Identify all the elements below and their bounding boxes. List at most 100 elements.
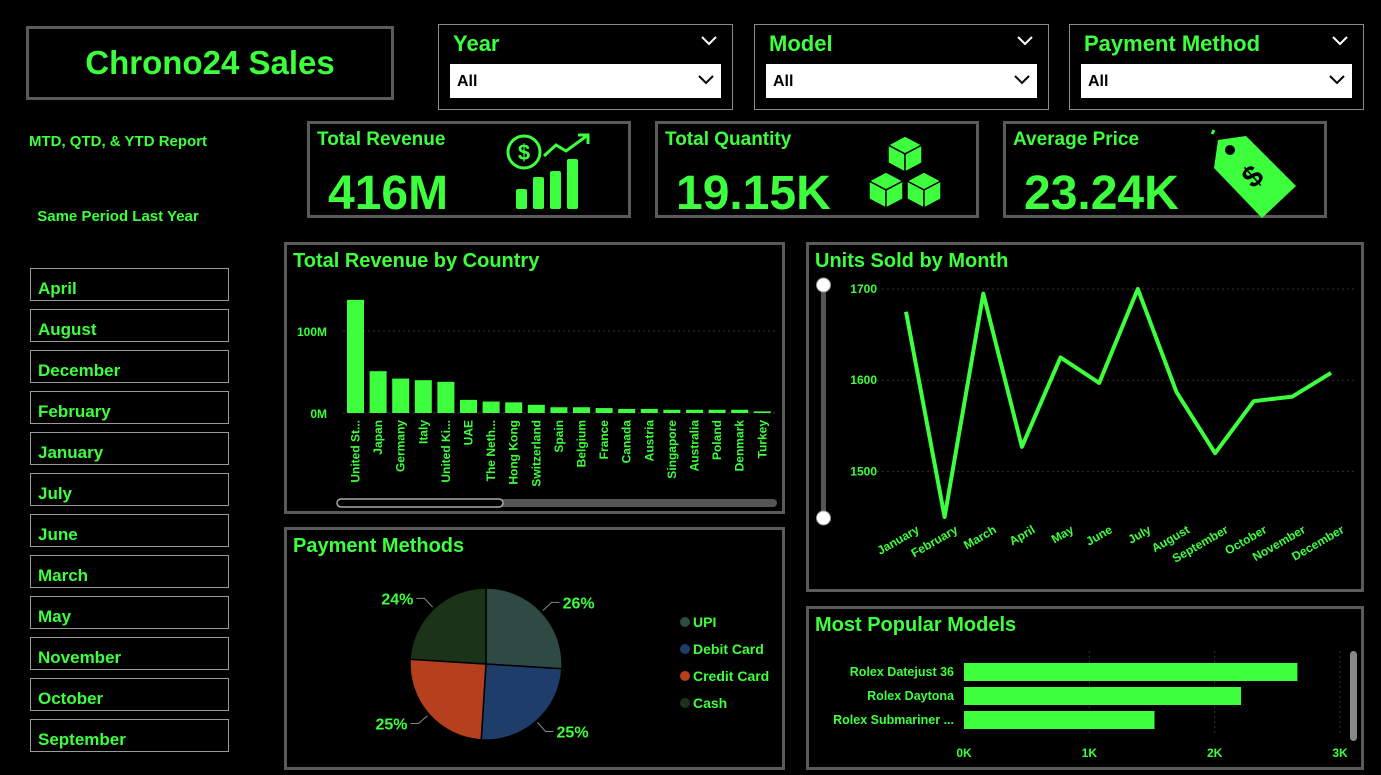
month-button-label: November xyxy=(38,648,122,667)
year-slicer-label: Year xyxy=(453,31,500,56)
chevron-down-icon xyxy=(698,75,714,85)
y-tick-label: 1600 xyxy=(850,373,877,387)
x-tick-label: 0K xyxy=(956,746,972,760)
x-tick-label: 2K xyxy=(1207,746,1223,760)
x-tick-label: Singapore xyxy=(665,420,679,479)
units-sold-by-month-chart: 150016001700 JanuaryFebruary March April Ma… xyxy=(816,277,1354,566)
payment-method-dropdown[interactable]: All xyxy=(1081,64,1352,98)
month-button-august[interactable]: August xyxy=(30,309,229,342)
range-slider-handle-top[interactable] xyxy=(816,277,831,293)
legend-marker xyxy=(680,698,690,708)
pie-slice[interactable] xyxy=(409,658,487,741)
month-button-january[interactable]: January xyxy=(30,432,229,465)
legend-label[interactable]: UPI xyxy=(693,614,716,630)
pie-leader-line xyxy=(542,601,560,611)
year-dropdown[interactable]: All xyxy=(450,64,721,98)
kpi-label: Total Revenue xyxy=(317,129,446,150)
month-button-june[interactable]: June xyxy=(30,514,229,547)
month-button-december[interactable]: December xyxy=(30,350,229,383)
month-button-july[interactable]: July xyxy=(30,473,229,506)
bar[interactable] xyxy=(505,402,523,413)
chevron-down-icon xyxy=(1014,75,1030,85)
range-slider-track[interactable] xyxy=(821,288,826,519)
legend-marker xyxy=(680,644,690,654)
bar[interactable] xyxy=(550,407,568,413)
month-button-may[interactable]: May xyxy=(30,596,229,629)
legend-label[interactable]: Debit Card xyxy=(693,641,764,657)
range-slider-handle-bottom[interactable] xyxy=(816,510,831,526)
bar[interactable] xyxy=(964,687,1241,705)
x-tick-label: Poland xyxy=(710,420,724,460)
popular-models-chart: 0K 1K 2K 3K Rolex Datejust 36 Rolex Daytona Ro… xyxy=(833,651,1357,760)
month-button-september[interactable]: September xyxy=(30,719,229,752)
mtd-qtd-ytd-report-link[interactable]: MTD, QTD, & YTD Report xyxy=(28,131,208,153)
month-button-march[interactable]: March xyxy=(30,555,229,588)
payment-method-slicer[interactable]: Payment Method All xyxy=(1069,24,1364,110)
model-slicer-label: Model xyxy=(769,31,833,56)
month-button-october[interactable]: October xyxy=(30,678,229,711)
bar[interactable] xyxy=(686,409,703,413)
bar[interactable] xyxy=(369,371,387,413)
bar[interactable] xyxy=(437,381,455,413)
legend-marker xyxy=(680,671,690,681)
bar[interactable] xyxy=(414,380,432,413)
month-button-label: February xyxy=(38,402,111,421)
bar[interactable] xyxy=(964,711,1155,729)
bar[interactable] xyxy=(595,408,613,413)
vertical-scrollbar-thumb[interactable] xyxy=(1350,651,1357,741)
chevron-down-icon[interactable] xyxy=(1331,35,1349,47)
bar[interactable] xyxy=(964,663,1298,681)
x-tick-label: United St... xyxy=(349,420,363,483)
month-button-label: December xyxy=(38,361,121,380)
bar[interactable] xyxy=(663,409,681,413)
price-tag-icon: $ xyxy=(1210,129,1296,218)
y-tick-label: 100M xyxy=(297,325,327,339)
model-dropdown[interactable]: All xyxy=(766,64,1037,98)
legend-label[interactable]: Credit Card xyxy=(693,668,769,684)
bar[interactable] xyxy=(482,401,500,413)
y-tick-label: 1700 xyxy=(850,282,877,296)
year-slicer[interactable]: Year All xyxy=(438,24,733,110)
month-button-february[interactable]: February xyxy=(30,391,229,424)
y-tick-label: 0M xyxy=(310,407,327,421)
pie-slice[interactable] xyxy=(409,587,487,665)
bar[interactable] xyxy=(640,408,658,413)
x-tick-label: Denmark xyxy=(733,420,747,472)
x-tick-label: April xyxy=(1007,522,1038,548)
bar[interactable] xyxy=(618,408,636,413)
pie-slice[interactable] xyxy=(480,663,563,741)
month-button-label: January xyxy=(38,443,104,462)
bar[interactable] xyxy=(347,299,364,413)
month-button-november[interactable]: November xyxy=(30,637,229,670)
chevron-down-icon[interactable] xyxy=(1016,35,1034,47)
month-button-label: August xyxy=(38,320,97,339)
model-slicer[interactable]: Model All xyxy=(754,24,1049,110)
kpi-value: 416M xyxy=(328,167,449,220)
bar[interactable] xyxy=(753,411,771,413)
horizontal-scrollbar-thumb[interactable] xyxy=(336,498,504,508)
month-button-april[interactable]: April xyxy=(30,268,229,301)
x-tick-label: France xyxy=(597,420,611,460)
y-tick-label: Rolex Submariner ... xyxy=(833,713,954,727)
pie-data-label: 26% xyxy=(563,595,595,612)
pie-slice[interactable] xyxy=(485,587,563,670)
payment-method-slicer-label: Payment Method xyxy=(1084,31,1261,56)
month-button-label: March xyxy=(38,566,89,585)
bar[interactable] xyxy=(460,399,477,413)
pie-leader-line xyxy=(416,597,433,608)
bar[interactable] xyxy=(731,409,749,413)
bar[interactable] xyxy=(573,407,590,413)
month-button-label: May xyxy=(38,607,72,626)
y-tick-label: Rolex Datejust 36 xyxy=(850,665,954,679)
revenue-by-country-chart: 0M 100M United St... Japan Germany Italy Unit… xyxy=(297,299,777,508)
x-tick-label: Japan xyxy=(371,420,385,455)
bar[interactable] xyxy=(708,409,726,413)
same-period-last-year-link[interactable]: Same Period Last Year xyxy=(28,206,208,228)
x-tick-label: Italy xyxy=(416,420,430,444)
chevron-down-icon[interactable] xyxy=(700,35,718,47)
x-tick-label: The Neth... xyxy=(484,420,498,481)
legend-label[interactable]: Cash xyxy=(693,695,727,711)
bar[interactable] xyxy=(392,378,410,413)
y-tick-label: Rolex Daytona xyxy=(867,689,955,703)
bar[interactable] xyxy=(527,404,545,413)
